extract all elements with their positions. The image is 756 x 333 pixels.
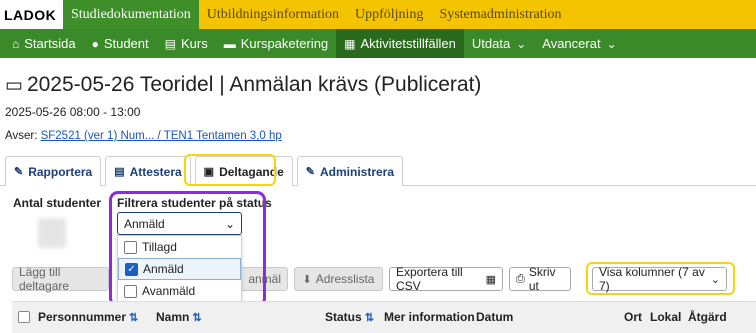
th-label: Status	[325, 310, 362, 324]
add-participant-button[interactable]: Lägg till deltagare	[12, 265, 109, 293]
nav-label: Student	[103, 36, 149, 51]
student-count-redacted	[38, 218, 66, 248]
nav-label: Avancerat	[542, 36, 601, 51]
tab-label: Administrera	[319, 164, 395, 179]
book-icon: ▤	[164, 36, 176, 51]
tab-attestera[interactable]: ▤ Attestera	[105, 156, 191, 186]
chevron-down-icon: ⌄	[606, 36, 617, 51]
th-lokal: Lokal	[650, 310, 682, 324]
th-ort: Ort	[624, 310, 642, 324]
button-label: Adresslista	[315, 272, 375, 286]
table-icon: ▦	[485, 273, 496, 286]
nav-kurspaketering[interactable]: ▬ Kurspaketering	[216, 29, 336, 58]
top-bar: LADOK Studiedokumentation Utbildningsinf…	[0, 0, 756, 29]
th-personnummer[interactable]: Personnummer ⇅	[38, 310, 138, 324]
avser-line: Avser: SF2521 (ver 1) Num... / TEN1 Tent…	[5, 130, 282, 142]
nav-label: Kurspaketering	[240, 36, 329, 51]
th-label: Personnummer	[38, 310, 127, 324]
nav-startsida[interactable]: ⌂ Startsida	[4, 29, 84, 58]
page-title: ▭ 2025-05-26 Teoridel | Anmälan krävs (P…	[5, 73, 481, 97]
th-label: Namn	[156, 310, 190, 324]
folder-icon: ▬	[223, 36, 236, 51]
main-nav: ⌂ Startsida ● Student ▤ Kurs ▬ Kurspaketerin…	[0, 29, 756, 58]
sort-icon: ⇅	[129, 312, 139, 324]
nav-kurs[interactable]: ▤ Kurs	[157, 29, 216, 58]
sort-icon: ⇅	[192, 312, 202, 324]
pencil-icon: ✎	[14, 166, 24, 178]
th-status[interactable]: Status ⇅	[325, 310, 374, 324]
button-label: Exportera till CSV	[396, 265, 463, 293]
topnav-systemadministration[interactable]: Systemadministration	[431, 0, 569, 29]
topnav-studiedokumentation[interactable]: Studiedokumentation	[63, 0, 199, 29]
highlight-filter	[109, 191, 266, 307]
tab-label: Attestera	[129, 164, 182, 179]
sort-icon: ⇅	[364, 312, 374, 324]
page-title-text: 2025-05-26 Teoridel | Anmälan krävs (Pub…	[26, 73, 482, 96]
download-icon: ⬇	[302, 273, 312, 286]
button-label: Skriv ut	[528, 265, 556, 293]
nav-label: Startsida	[24, 36, 76, 51]
nav-utdata[interactable]: Utdata ⌄	[464, 29, 534, 58]
printer-icon: ⎙	[516, 272, 525, 285]
nav-student[interactable]: ● Student	[84, 29, 157, 58]
highlight-columns	[586, 262, 735, 295]
pencil-icon: ✎	[305, 166, 315, 178]
address-list-button[interactable]: ⬇ Adresslista	[294, 267, 383, 291]
export-csv-button[interactable]: Exportera till CSV ▦	[389, 265, 503, 293]
list-icon: ▤	[114, 166, 125, 178]
ladok-logo[interactable]: LADOK	[0, 0, 63, 29]
page-datetime: 2025-05-26 08:00 - 13:00	[5, 105, 141, 119]
nav-avancerat[interactable]: Avancerat ⌄	[534, 29, 624, 58]
user-icon: ●	[91, 36, 99, 51]
tab-administrera[interactable]: ✎ Administrera	[296, 156, 404, 186]
course-link[interactable]: SF2521 (ver 1) Num... / TEN1 Tentamen 3,…	[41, 130, 282, 142]
topnav-uppfoljning[interactable]: Uppföljning	[347, 0, 431, 29]
calendar-icon: ▭	[5, 74, 23, 96]
tab-rapportera[interactable]: ✎ Rapportera	[5, 156, 102, 186]
select-all-checkbox[interactable]	[18, 311, 30, 323]
calendar-icon: ▦	[344, 36, 356, 51]
antal-label: Antal studenter	[13, 196, 102, 210]
highlight-tab	[184, 154, 276, 186]
avser-label: Avser:	[5, 130, 41, 142]
print-button[interactable]: ⎙ Skriv ut	[509, 265, 571, 293]
th-namn[interactable]: Namn ⇅	[156, 310, 202, 324]
nav-label: Utdata	[471, 36, 511, 51]
top-nav: Studiedokumentation Utbildningsinformati…	[63, 0, 756, 29]
home-icon: ⌂	[12, 36, 20, 51]
nav-label: Aktivitetstillfällen	[360, 36, 456, 51]
chevron-down-icon: ⌄	[516, 36, 527, 51]
nav-aktivitetstillfallen[interactable]: ▦ Aktivitetstillfällen	[336, 29, 464, 58]
table-header: Personnummer ⇅ Namn ⇅ Status ⇅ Mer informat…	[12, 301, 756, 333]
th-atgard: Åtgärd	[688, 310, 727, 324]
tab-label: Rapportera	[28, 164, 93, 179]
th-datum: Datum	[476, 310, 514, 324]
th-mer-information: Mer information	[384, 310, 475, 324]
topnav-utbildningsinformation[interactable]: Utbildningsinformation	[199, 0, 347, 29]
nav-label: Kurs	[180, 36, 208, 51]
